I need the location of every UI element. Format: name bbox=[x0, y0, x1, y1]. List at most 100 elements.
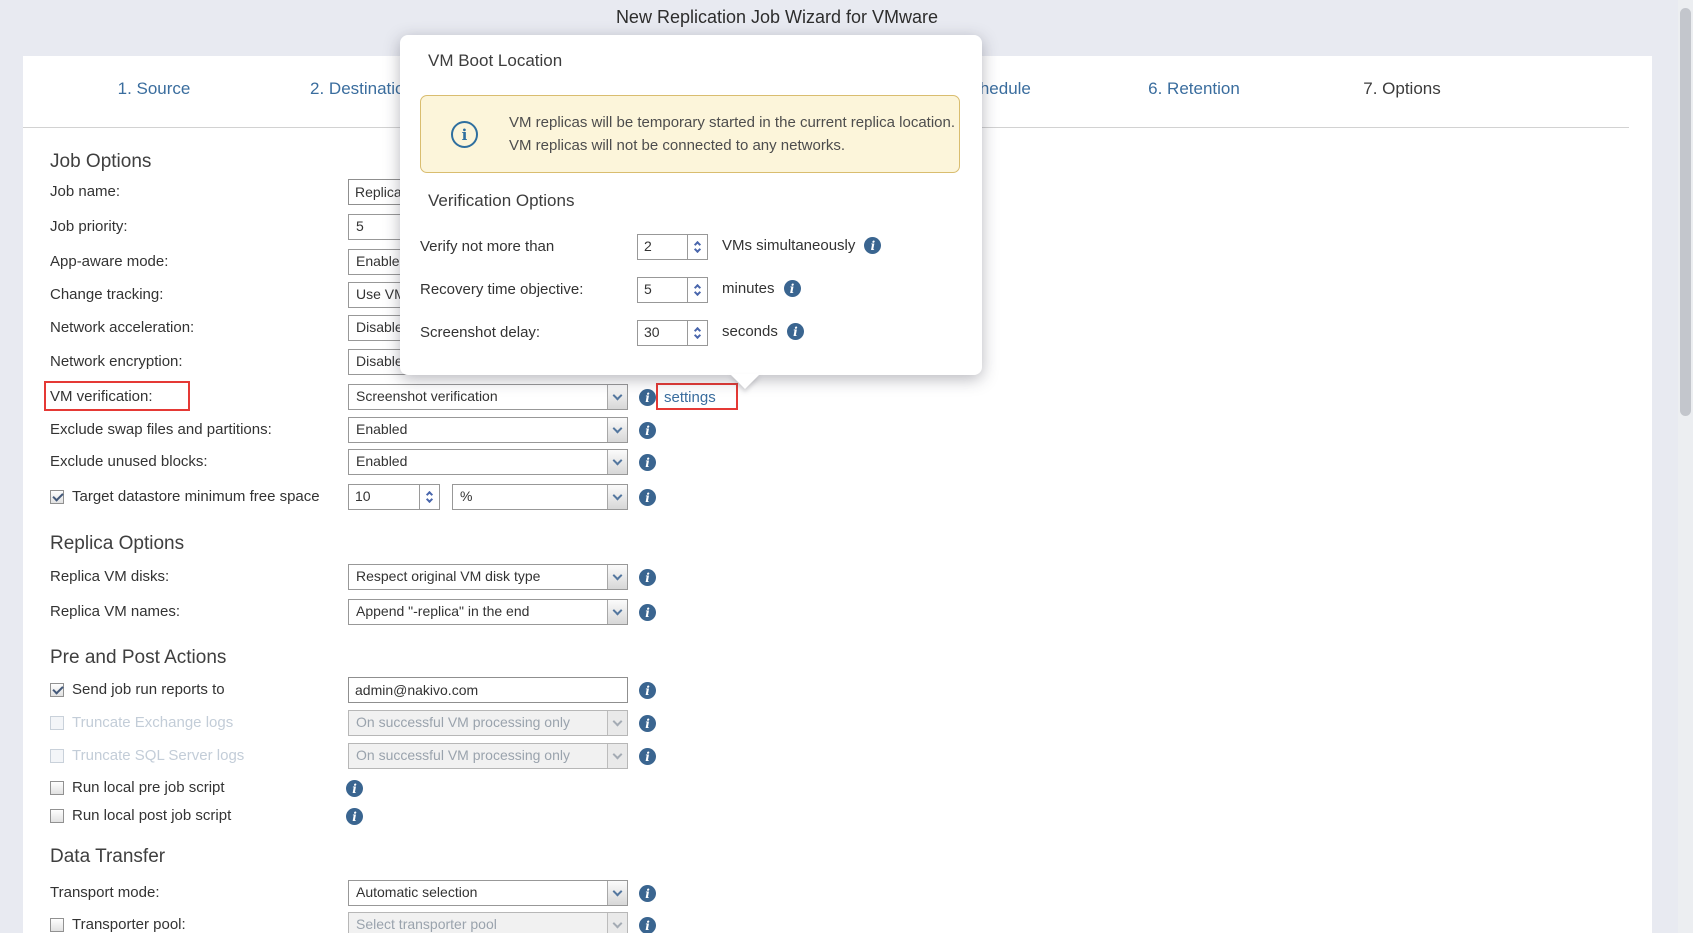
info-icon[interactable] bbox=[639, 489, 656, 506]
select-value: Screenshot verification bbox=[349, 385, 607, 409]
info-icon[interactable] bbox=[639, 389, 656, 406]
notice-box: VM replicas will be temporary started in… bbox=[420, 95, 960, 173]
info-icon[interactable] bbox=[346, 780, 363, 797]
verify-vms-spinner[interactable]: 2 bbox=[637, 234, 708, 260]
network-acceleration-label: Network acceleration: bbox=[50, 319, 194, 336]
select-value: Select transporter pool bbox=[349, 913, 607, 933]
screenshot-delay-unit: seconds bbox=[722, 323, 804, 340]
send-reports-checkbox[interactable] bbox=[50, 683, 64, 697]
tab-options[interactable]: 7. Options bbox=[1292, 79, 1512, 99]
job-name-label: Job name: bbox=[50, 183, 120, 200]
transporter-pool-checkbox[interactable] bbox=[50, 918, 64, 932]
spinner-value: 5 bbox=[638, 278, 687, 302]
info-icon[interactable] bbox=[639, 604, 656, 621]
select-value: % bbox=[453, 485, 607, 509]
info-icon[interactable] bbox=[639, 422, 656, 439]
recovery-time-spinner[interactable]: 5 bbox=[637, 277, 708, 303]
chevron-down-icon bbox=[607, 711, 627, 735]
spinner-value: 30 bbox=[638, 321, 687, 345]
truncate-exchange-label: Truncate Exchange logs bbox=[72, 714, 233, 731]
truncate-sql-checkbox[interactable] bbox=[50, 749, 64, 763]
info-icon[interactable] bbox=[864, 237, 881, 254]
info-icon[interactable] bbox=[639, 885, 656, 902]
chevron-down-icon bbox=[607, 600, 627, 624]
transporter-pool-label: Transporter pool: bbox=[72, 916, 186, 933]
scrollbar-thumb[interactable] bbox=[1680, 8, 1691, 416]
exclude-unused-select[interactable]: Enabled bbox=[348, 449, 628, 475]
screenshot-delay-spinner[interactable]: 30 bbox=[637, 320, 708, 346]
run-post-script-checkbox[interactable] bbox=[50, 809, 64, 823]
select-value: Automatic selection bbox=[349, 881, 607, 905]
vm-verification-select[interactable]: Screenshot verification bbox=[348, 384, 628, 410]
recovery-time-unit: minutes bbox=[722, 280, 801, 297]
target-datastore-spinner[interactable]: 10 bbox=[348, 484, 440, 510]
transport-mode-label: Transport mode: bbox=[50, 884, 160, 901]
screenshot-delay-label: Screenshot delay: bbox=[420, 324, 540, 341]
verify-vms-label: Verify not more than bbox=[420, 238, 554, 255]
replica-vm-names-select[interactable]: Append "-replica" in the end bbox=[348, 599, 628, 625]
chevron-down-icon bbox=[607, 418, 627, 442]
info-icon[interactable] bbox=[639, 715, 656, 732]
spinner-buttons[interactable] bbox=[687, 235, 707, 259]
chevron-down-icon bbox=[607, 881, 627, 905]
scrollbar-track[interactable] bbox=[1678, 0, 1693, 933]
info-icon[interactable] bbox=[639, 748, 656, 765]
settings-link[interactable]: settings bbox=[664, 389, 716, 406]
select-value: On successful VM processing only bbox=[349, 744, 607, 768]
info-icon[interactable] bbox=[346, 808, 363, 825]
transport-mode-select[interactable]: Automatic selection bbox=[348, 880, 628, 906]
verify-vms-unit: VMs simultaneously bbox=[722, 237, 881, 254]
tab-retention[interactable]: 6. Retention bbox=[1084, 79, 1304, 99]
wizard-window: New Replication Job Wizard for VMware 1.… bbox=[0, 0, 1693, 933]
info-icon[interactable] bbox=[639, 454, 656, 471]
chevron-down-icon bbox=[607, 450, 627, 474]
select-value: Enabled bbox=[349, 418, 607, 442]
spinner-value: 10 bbox=[349, 485, 419, 509]
section-replica-options: Replica Options bbox=[50, 533, 184, 555]
replica-vm-disks-label: Replica VM disks: bbox=[50, 568, 169, 585]
run-pre-script-label: Run local pre job script bbox=[72, 779, 225, 796]
target-datastore-label: Target datastore minimum free space bbox=[72, 488, 320, 505]
run-pre-script-checkbox[interactable] bbox=[50, 781, 64, 795]
recovery-time-label: Recovery time objective: bbox=[420, 281, 583, 298]
unit-label: seconds bbox=[722, 323, 778, 340]
exclude-unused-label: Exclude unused blocks: bbox=[50, 453, 208, 470]
section-job-options: Job Options bbox=[50, 151, 151, 173]
chevron-down-icon bbox=[607, 385, 627, 409]
replica-vm-names-label: Replica VM names: bbox=[50, 603, 180, 620]
spinner-value: 2 bbox=[638, 235, 687, 259]
job-priority-label: Job priority: bbox=[50, 218, 128, 235]
tab-source[interactable]: 1. Source bbox=[44, 79, 264, 99]
truncate-exchange-checkbox[interactable] bbox=[50, 716, 64, 730]
popup-pointer bbox=[730, 374, 760, 389]
spinner-buttons[interactable] bbox=[687, 278, 707, 302]
target-datastore-unit-select[interactable]: % bbox=[452, 484, 628, 510]
run-post-script-label: Run local post job script bbox=[72, 807, 231, 824]
select-value: Enabled bbox=[349, 450, 607, 474]
unit-label: VMs simultaneously bbox=[722, 237, 855, 254]
spinner-buttons[interactable] bbox=[687, 321, 707, 345]
section-data-transfer: Data Transfer bbox=[50, 846, 165, 868]
verification-options-title: Verification Options bbox=[428, 191, 574, 211]
transporter-pool-select: Select transporter pool bbox=[348, 912, 628, 933]
truncate-sql-select: On successful VM processing only bbox=[348, 743, 628, 769]
info-icon[interactable] bbox=[639, 682, 656, 699]
chevron-down-icon bbox=[607, 565, 627, 589]
replica-vm-disks-select[interactable]: Respect original VM disk type bbox=[348, 564, 628, 590]
exclude-swap-select[interactable]: Enabled bbox=[348, 417, 628, 443]
info-icon[interactable] bbox=[639, 917, 656, 933]
section-pre-post-actions: Pre and Post Actions bbox=[50, 647, 226, 669]
info-icon[interactable] bbox=[639, 569, 656, 586]
truncate-exchange-select: On successful VM processing only bbox=[348, 710, 628, 736]
spinner-buttons[interactable] bbox=[419, 485, 439, 509]
send-reports-label: Send job run reports to bbox=[72, 681, 225, 698]
chevron-down-icon bbox=[607, 913, 627, 933]
info-outline-icon bbox=[451, 121, 478, 148]
target-datastore-checkbox[interactable] bbox=[50, 490, 64, 504]
info-icon[interactable] bbox=[787, 323, 804, 340]
unit-label: minutes bbox=[722, 280, 775, 297]
send-reports-input[interactable] bbox=[348, 677, 628, 703]
exclude-swap-label: Exclude swap files and partitions: bbox=[50, 421, 272, 438]
info-icon[interactable] bbox=[784, 280, 801, 297]
chevron-down-icon bbox=[607, 485, 627, 509]
